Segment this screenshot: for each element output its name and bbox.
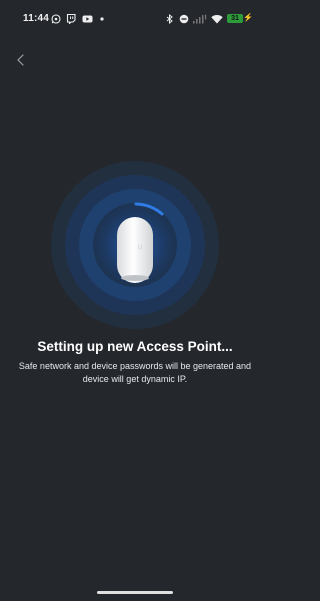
twitch-icon <box>66 14 76 24</box>
charging-icon: ⚡ <box>243 13 253 22</box>
status-bar: 11:44 31 ⚡ <box>0 0 270 40</box>
status-time: 11:44 <box>23 13 50 24</box>
access-point-setup-illustration: U <box>51 161 219 329</box>
whatsapp-icon <box>51 14 61 24</box>
access-point-device-icon: U <box>117 217 153 283</box>
home-indicator[interactable] <box>97 591 173 594</box>
setup-screen: 11:44 31 ⚡ U Setting up new Access Point… <box>0 0 270 601</box>
youtube-icon <box>82 15 93 23</box>
chevron-left-icon <box>17 54 24 66</box>
do-not-disturb-icon <box>179 14 189 24</box>
back-button[interactable] <box>10 49 32 71</box>
cellular-signal-icon <box>193 14 207 24</box>
page-title: Setting up new Access Point... <box>37 339 233 354</box>
svg-text:U: U <box>138 245 142 251</box>
notification-dot-icon <box>100 17 104 21</box>
battery-indicator: 31 <box>227 14 243 23</box>
page-subtitle: Safe network and device passwords will b… <box>18 361 252 384</box>
bluetooth-icon <box>166 14 173 24</box>
wifi-icon <box>211 15 223 24</box>
